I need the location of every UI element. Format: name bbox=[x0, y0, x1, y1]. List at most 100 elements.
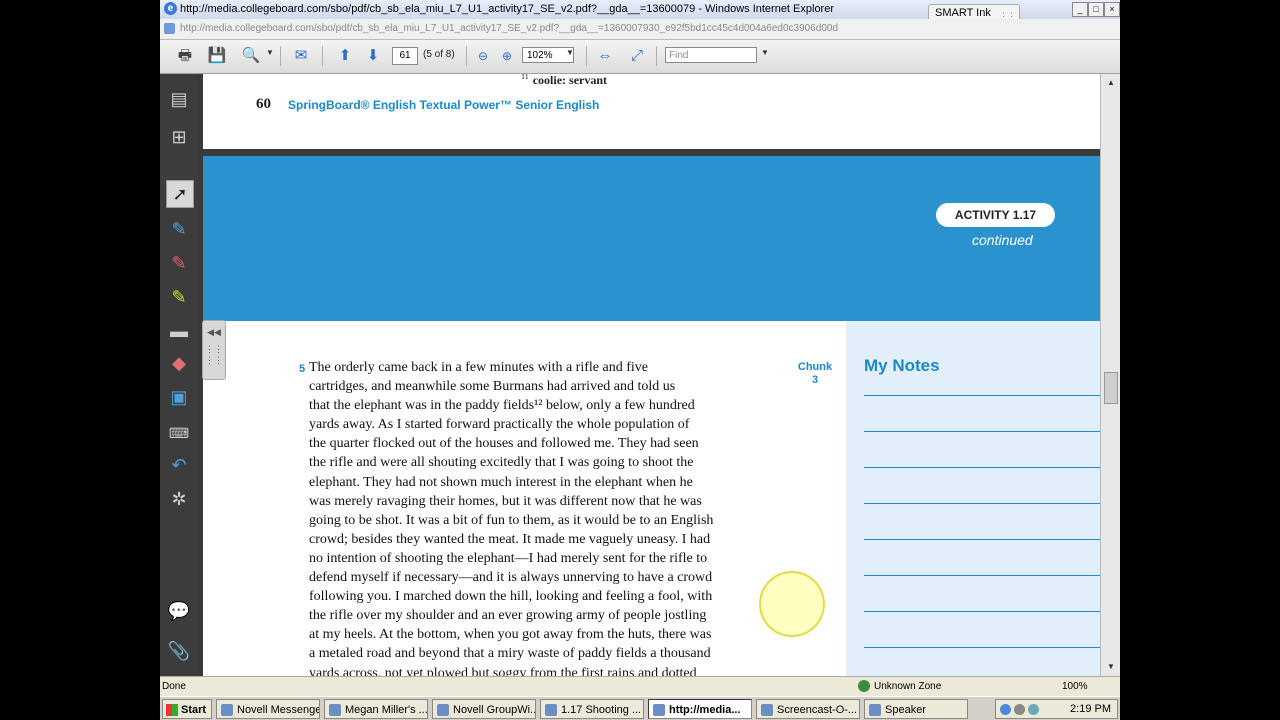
paragraph-number: 5 bbox=[299, 363, 306, 375]
pen-icon[interactable]: ✎ bbox=[166, 250, 192, 276]
page-down-icon[interactable]: ⬇ bbox=[362, 46, 384, 66]
attachment-icon[interactable]: 📎 bbox=[166, 638, 192, 664]
running-head: SpringBoard® English Textual Power™ Seni… bbox=[288, 98, 600, 112]
text-line: that the elephant was in the paddy field… bbox=[309, 398, 695, 414]
collapse-icon[interactable]: ◀◀ bbox=[203, 327, 225, 338]
task-label: Megan Miller's ... bbox=[345, 704, 428, 716]
floating-tab[interactable]: ◀◀ ⋮⋮ ⋮⋮ bbox=[202, 320, 226, 380]
speaker-icon bbox=[869, 704, 881, 716]
tray-icon[interactable] bbox=[1028, 704, 1039, 715]
note-line bbox=[864, 539, 1100, 540]
app-icon bbox=[437, 704, 449, 716]
start-button[interactable]: Start bbox=[162, 699, 212, 719]
status-bar: Done Unknown Zone 100% bbox=[160, 676, 1120, 697]
pdf-page-61: ACTIVITY 1.17 continued 5 The orderly ca… bbox=[203, 156, 1100, 676]
text-line: no intention of shooting the elephant—I … bbox=[309, 550, 708, 566]
app-icon bbox=[545, 704, 557, 716]
pdf-page-60: 11 coolie: servant 60 SpringBoard® Englis… bbox=[203, 74, 1100, 149]
zoom-out-icon[interactable]: ⊖ bbox=[472, 46, 494, 66]
page-count: (5 of 8) bbox=[423, 49, 455, 60]
task-label: 1.17 Shooting ... bbox=[561, 704, 642, 716]
note-icon[interactable]: ▣ bbox=[166, 384, 192, 410]
page-number: 60 bbox=[256, 96, 271, 112]
eraser-icon[interactable]: ▬ bbox=[166, 318, 192, 344]
highlighter-icon[interactable]: ✎ bbox=[166, 284, 192, 310]
chunk-text: Chunk bbox=[797, 361, 833, 373]
minimize-button[interactable]: _ bbox=[1072, 2, 1088, 17]
save-icon[interactable]: 💾 bbox=[206, 46, 228, 66]
close-button[interactable]: × bbox=[1104, 2, 1120, 17]
divider bbox=[656, 46, 657, 66]
binoculars-icon[interactable]: ⊞ bbox=[166, 124, 192, 150]
settings-icon[interactable]: ✲ bbox=[166, 486, 192, 512]
app-icon bbox=[221, 704, 233, 716]
note-line bbox=[864, 647, 1100, 648]
scroll-up-icon[interactable]: ▲ bbox=[1104, 76, 1118, 90]
text-line: the rifle over my shoulder and an ever g… bbox=[309, 608, 707, 624]
text-line: following you. I marched down the hill, … bbox=[309, 589, 713, 605]
address-bar[interactable]: http://media.collegeboard.com/sbo/pdf/cb… bbox=[160, 19, 1120, 40]
pages-icon[interactable]: ▤ bbox=[166, 86, 192, 112]
text-line: going to be shot. It was a bit of fun to… bbox=[309, 512, 714, 528]
notes-title: My Notes bbox=[864, 356, 940, 375]
text-line: crowd; besides they wanted the meat. It … bbox=[309, 531, 711, 547]
scroll-thumb[interactable] bbox=[1104, 372, 1118, 404]
taskbar-item[interactable]: Screencast-O-... bbox=[756, 699, 860, 719]
address-text[interactable]: http://media.collegeboard.com/sbo/pdf/cb… bbox=[180, 23, 838, 34]
select-arrow-icon[interactable]: ➚ bbox=[166, 180, 194, 208]
taskbar-item[interactable]: Megan Miller's ... bbox=[324, 699, 428, 719]
screen: e http://media.collegeboard.com/sbo/pdf/… bbox=[160, 0, 1120, 720]
taskbar-item[interactable]: Speaker bbox=[864, 699, 968, 719]
grip-icon[interactable]: ⋮⋮ ⋮⋮ bbox=[203, 344, 225, 366]
email-icon[interactable]: ✉ bbox=[290, 46, 312, 66]
page-up-icon[interactable]: ⬆ bbox=[334, 46, 356, 66]
eraser-icon[interactable]: ◆ bbox=[166, 350, 192, 376]
print-icon[interactable]: 🖶 bbox=[174, 46, 196, 66]
fit-width-icon[interactable]: ⇔ bbox=[594, 46, 616, 66]
divider bbox=[322, 46, 323, 66]
windows-icon bbox=[166, 704, 178, 716]
zoom-in-icon[interactable]: ⊕ bbox=[496, 46, 518, 66]
document-viewer[interactable]: 11 coolie: servant 60 SpringBoard® Englis… bbox=[198, 74, 1100, 676]
system-tray: 2:19 PM bbox=[995, 699, 1118, 719]
tool-sidebar: ▤ ⊞ ➚ ✎ ✎ ✎ ▬ ◆ ▣ ⌨ ↶ ✲ 💬 📎 bbox=[160, 74, 198, 676]
vertical-scrollbar[interactable]: ▲ ▼ bbox=[1100, 74, 1120, 676]
note-line bbox=[864, 503, 1100, 504]
taskbar-item[interactable]: Novell Messenger bbox=[216, 699, 320, 719]
text-line: a metaled road and beyond that a miry wa… bbox=[309, 646, 711, 662]
chevron-down-icon[interactable]: ▼ bbox=[566, 48, 574, 57]
maximize-button[interactable]: □ bbox=[1088, 2, 1104, 17]
find-input[interactable]: Find bbox=[665, 47, 757, 63]
chunk-label: Chunk 3 bbox=[793, 361, 837, 387]
taskbar-item[interactable]: Novell GroupWi... bbox=[432, 699, 536, 719]
text-line: defend myself if necessary—and it is alw… bbox=[309, 570, 713, 586]
start-label: Start bbox=[181, 704, 207, 716]
note-line bbox=[864, 467, 1100, 468]
window-title: http://media.collegeboard.com/sbo/pdf/cb… bbox=[180, 3, 835, 15]
fit-page-icon[interactable]: ⤢ bbox=[626, 46, 648, 66]
undo-icon[interactable]: ↶ bbox=[166, 452, 192, 478]
zoom-level[interactable]: 100% bbox=[1062, 681, 1088, 692]
taskbar-item[interactable]: 1.17 Shooting ... bbox=[540, 699, 644, 719]
scroll-down-icon[interactable]: ▼ bbox=[1104, 660, 1118, 674]
keyboard-icon[interactable]: ⌨ bbox=[166, 420, 192, 446]
pen-icon[interactable]: ✎ bbox=[166, 216, 192, 242]
chevron-down-icon[interactable]: ▼ bbox=[266, 48, 274, 57]
page-number-input[interactable]: 61 bbox=[392, 47, 418, 65]
chevron-down-icon[interactable]: ▼ bbox=[761, 48, 769, 57]
tray-icon[interactable] bbox=[1000, 704, 1011, 715]
continued-label: continued bbox=[972, 232, 1033, 248]
divider bbox=[280, 46, 281, 66]
taskbar-item-active[interactable]: http://media... bbox=[648, 699, 752, 719]
text-line: the rifle and were all shouting excitedl… bbox=[309, 455, 694, 471]
comment-icon[interactable]: 💬 bbox=[166, 598, 192, 624]
task-label: Speaker bbox=[885, 704, 926, 716]
tray-icon[interactable] bbox=[1014, 704, 1025, 715]
chunk-number: 3 bbox=[811, 374, 819, 386]
note-line bbox=[864, 431, 1100, 432]
text-line: cartridges, and meanwhile some Burmans h… bbox=[309, 379, 676, 395]
globe-icon bbox=[858, 680, 870, 692]
text-line: the quarter flocked out of the houses an… bbox=[309, 436, 699, 452]
task-label: Novell Messenger bbox=[237, 704, 320, 716]
search-tool-icon[interactable]: 🔍 bbox=[240, 46, 262, 66]
